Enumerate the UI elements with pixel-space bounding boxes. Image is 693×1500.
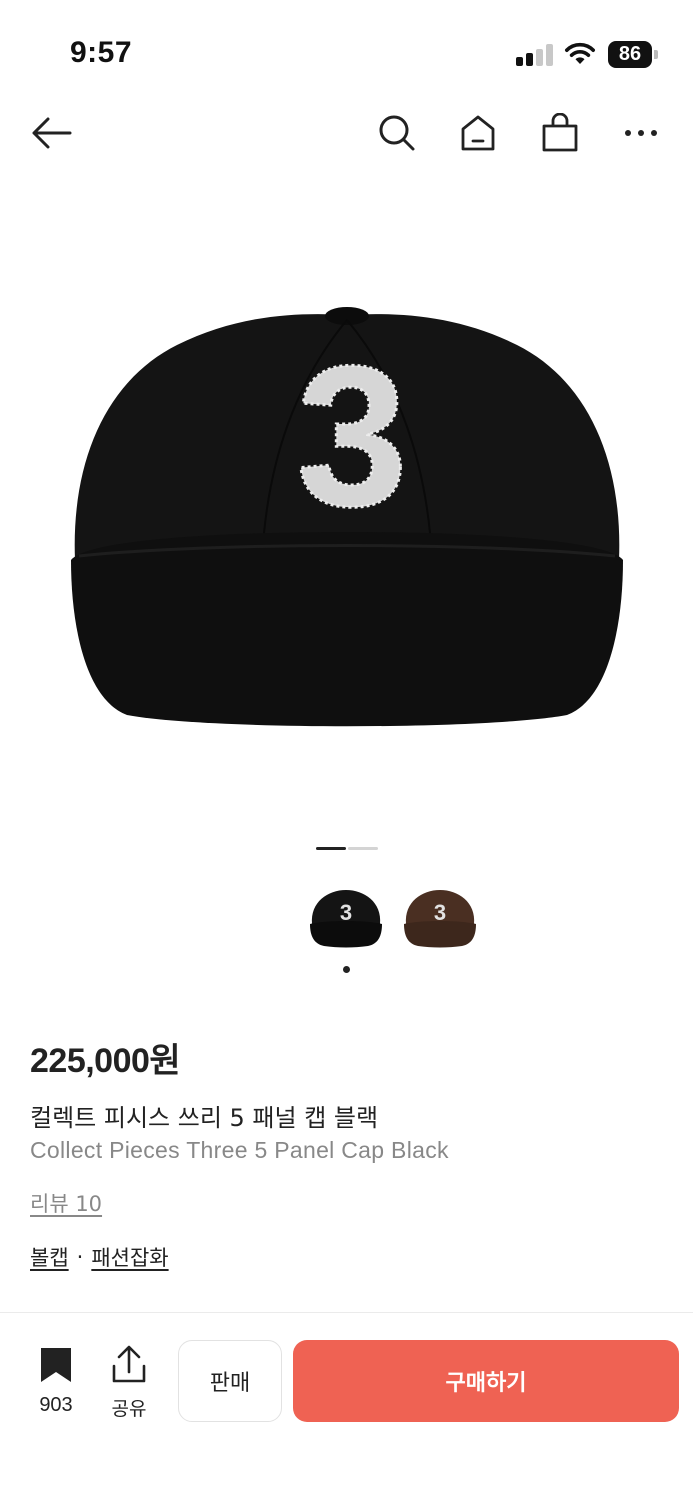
top-nav	[0, 100, 693, 170]
image-page-indicator	[316, 847, 378, 851]
product-name-english: Collect Pieces Three 5 Panel Cap Black	[30, 1137, 449, 1163]
variant-black-image: 3	[310, 890, 382, 948]
bookmark-count: 903	[39, 1394, 73, 1416]
page-indicator-active	[316, 847, 346, 850]
share-label: 공유	[111, 1398, 147, 1420]
search-button[interactable]	[374, 110, 420, 156]
cellular-signal-icon	[516, 44, 554, 66]
category-link-ballcap[interactable]: 볼캡	[30, 1242, 69, 1272]
share-button[interactable]: 공유	[104, 1342, 154, 1422]
sell-button[interactable]: 판매	[178, 1340, 282, 1422]
cap-number: 3	[296, 325, 407, 548]
product-image[interactable]: 3	[0, 190, 693, 830]
cart-button[interactable]	[537, 110, 583, 156]
arrow-left-icon	[32, 117, 72, 149]
bottom-action-bar: 903 공유 판매 구매하기	[0, 1324, 693, 1434]
page-indicator-inactive	[348, 847, 378, 850]
battery-level: 86	[608, 41, 652, 68]
back-button[interactable]	[28, 110, 74, 156]
more-button[interactable]	[618, 110, 664, 156]
status-bar: 9:57 86	[0, 0, 693, 100]
category-breadcrumb: 볼캡 · 패션잡화	[30, 1242, 169, 1272]
search-icon	[379, 115, 415, 151]
bookmark-icon	[41, 1348, 71, 1382]
variant-black-number: 3	[340, 900, 352, 925]
more-horizontal-icon	[625, 130, 657, 136]
status-time: 9:57	[70, 36, 133, 69]
home-button[interactable]	[455, 110, 501, 156]
divider	[0, 1312, 693, 1313]
product-name-korean: 컬렉트 피시스 쓰리 5 패널 캡 블랙	[30, 1104, 379, 1132]
home-icon	[461, 115, 495, 151]
bookmark-button[interactable]: 903	[28, 1342, 84, 1422]
review-link[interactable]: 리뷰 10	[30, 1188, 102, 1218]
category-separator: ·	[76, 1245, 84, 1269]
variant-brown-number: 3	[434, 900, 446, 925]
category-link-fashion-goods[interactable]: 패션잡화	[91, 1242, 168, 1272]
buy-button[interactable]: 구매하기	[293, 1340, 679, 1422]
color-variants: 3 3	[306, 880, 486, 960]
variant-brown-image: 3	[404, 890, 476, 948]
shopping-bag-icon	[542, 113, 578, 152]
wifi-icon	[563, 40, 597, 66]
cap-image: 3	[70, 307, 623, 727]
variant-black[interactable]: 3	[306, 880, 386, 952]
selected-variant-dot	[343, 966, 350, 973]
share-icon	[112, 1345, 146, 1383]
variant-brown[interactable]: 3	[400, 880, 480, 952]
battery-icon: 86	[608, 41, 658, 68]
product-price: 225,000원	[30, 1042, 181, 1080]
